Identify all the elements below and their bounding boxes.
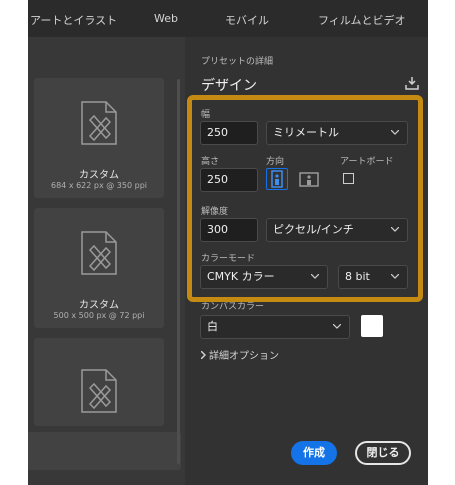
- canvas-color-value: 白: [207, 320, 218, 333]
- resolution-input[interactable]: 300: [200, 218, 258, 242]
- unit-select-value: ミリメートル: [273, 126, 339, 139]
- preset-list: カスタム 684 x 622 px @ 350 ppi カスタム 500 x 5…: [28, 37, 185, 485]
- artboard-checkbox[interactable]: [343, 173, 354, 184]
- document-preset-icon: [81, 101, 117, 145]
- tab-art-illustration[interactable]: アートとイラスト: [30, 12, 117, 28]
- preset-card[interactable]: カスタム 500 x 500 px @ 72 ppi: [34, 208, 164, 328]
- bit-depth-value: 8 bit: [345, 270, 370, 283]
- landscape-orientation-button[interactable]: [298, 168, 320, 190]
- canvas-color-select[interactable]: 白: [200, 315, 350, 339]
- preset-scrollbar[interactable]: [177, 79, 180, 464]
- preset-category-tabs: アートとイラスト Web モバイル フィルムとビデオ: [28, 0, 428, 37]
- resolution-unit-select[interactable]: ピクセル/インチ: [266, 218, 408, 242]
- chevron-down-icon: [391, 130, 399, 135]
- create-button[interactable]: 作成: [291, 441, 337, 465]
- height-label: 高さ: [201, 157, 220, 167]
- portrait-icon: [271, 170, 283, 188]
- document-preset-icon: [81, 369, 117, 413]
- chevron-down-icon: [333, 324, 341, 329]
- new-document-dialog: アートとイラスト Web モバイル フィルムとビデオ カスタム 684 x 62…: [28, 0, 428, 485]
- close-button[interactable]: 閉じる: [355, 441, 411, 465]
- preset-card[interactable]: [34, 338, 164, 426]
- preset-name: カスタム: [79, 170, 119, 181]
- canvas-color-swatch[interactable]: [361, 315, 383, 337]
- color-mode-label: カラーモード: [201, 254, 256, 264]
- preset-dimensions: 684 x 622 px @ 350 ppi: [51, 181, 147, 190]
- artboard-label: アートボード: [340, 157, 394, 167]
- chevron-right-icon: [200, 350, 206, 360]
- chevron-down-icon: [391, 227, 399, 232]
- tab-film-video[interactable]: フィルムとビデオ: [318, 12, 406, 28]
- canvas-color-label: カンバスカラー: [201, 302, 265, 312]
- save-preset-icon[interactable]: [405, 76, 419, 90]
- portrait-orientation-button[interactable]: [266, 168, 288, 190]
- color-mode-value: CMYK カラー: [207, 270, 275, 283]
- resolution-unit-value: ピクセル/インチ: [273, 223, 354, 236]
- orientation-label: 方向: [266, 157, 285, 167]
- bit-depth-select[interactable]: 8 bit: [338, 265, 408, 289]
- landscape-icon: [299, 172, 319, 187]
- unit-select[interactable]: ミリメートル: [266, 121, 408, 145]
- preset-dimensions: 500 x 500 px @ 72 ppi: [53, 311, 145, 320]
- preset-details-panel: プリセットの詳細 デザイン 幅 250 ミリメートル 高さ 方向 アートボード …: [185, 37, 428, 485]
- preset-card[interactable]: [28, 432, 181, 470]
- width-input[interactable]: 250: [200, 121, 258, 145]
- preset-name: カスタム: [79, 300, 119, 311]
- color-mode-select[interactable]: CMYK カラー: [200, 265, 328, 289]
- preset-title[interactable]: デザイン: [201, 75, 257, 95]
- preset-details-heading: プリセットの詳細: [201, 57, 274, 67]
- height-input[interactable]: 250: [200, 168, 258, 192]
- tab-mobile[interactable]: モバイル: [225, 12, 269, 28]
- width-label: 幅: [201, 110, 211, 120]
- advanced-options-toggle[interactable]: 詳細オプション: [200, 347, 279, 362]
- resolution-label: 解像度: [201, 207, 229, 217]
- preset-card[interactable]: カスタム 684 x 622 px @ 350 ppi: [34, 78, 164, 198]
- document-preset-icon: [81, 231, 117, 275]
- advanced-options-label: 詳細オプション: [209, 351, 279, 362]
- tab-web[interactable]: Web: [154, 12, 178, 25]
- chevron-down-icon: [311, 274, 319, 279]
- chevron-down-icon: [391, 274, 399, 279]
